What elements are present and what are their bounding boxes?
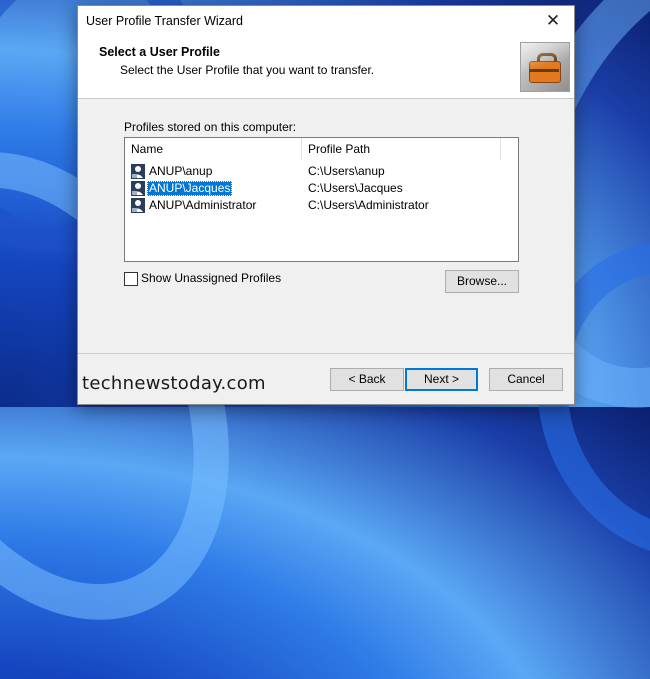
watermark-text: technewstoday.com (82, 373, 266, 394)
footer-divider (78, 353, 574, 354)
wizard-header: Select a User Profile Select the User Pr… (78, 36, 574, 99)
next-button[interactable]: Next > (405, 368, 478, 391)
briefcase-icon (520, 42, 570, 92)
profile-path: C:\Users\anup (308, 164, 385, 178)
profile-path: C:\Users\Administrator (308, 198, 429, 212)
user-profile-icon (131, 164, 145, 179)
list-header: Name Profile Path (125, 138, 518, 160)
list-item[interactable]: ANUP\anup C:\Users\anup (125, 163, 518, 180)
column-header-profile-path[interactable]: Profile Path (302, 138, 501, 160)
checkbox-box[interactable] (124, 272, 138, 286)
profile-name: ANUP\Jacques (147, 181, 233, 196)
user-profile-icon (131, 181, 145, 196)
title-bar[interactable]: User Profile Transfer Wizard ✕ (78, 6, 574, 36)
profile-name: ANUP\Administrator (149, 198, 257, 212)
page-subtitle: Select the User Profile that you want to… (120, 63, 375, 77)
back-button[interactable]: < Back (330, 368, 404, 391)
list-item[interactable]: ANUP\Administrator C:\Users\Administrato… (125, 197, 518, 214)
browse-button[interactable]: Browse... (445, 270, 519, 293)
list-item[interactable]: ANUP\Jacques C:\Users\Jacques (125, 180, 518, 197)
profile-path: C:\Users\Jacques (308, 181, 403, 195)
profile-name: ANUP\anup (149, 164, 213, 178)
column-header-name[interactable]: Name (125, 138, 302, 160)
show-unassigned-label[interactable]: Show Unassigned Profiles (141, 271, 281, 286)
profiles-label: Profiles stored on this computer: (124, 120, 297, 134)
cancel-button[interactable]: Cancel (489, 368, 563, 391)
close-icon: ✕ (545, 11, 561, 30)
wizard-dialog: User Profile Transfer Wizard ✕ Select a … (77, 5, 575, 405)
user-profile-icon (131, 198, 145, 213)
close-button[interactable]: ✕ (538, 8, 568, 34)
window-title: User Profile Transfer Wizard (86, 14, 243, 28)
profiles-list[interactable]: Name Profile Path ANUP\anup C:\Users\anu… (124, 137, 519, 262)
page-title: Select a User Profile (99, 45, 220, 59)
